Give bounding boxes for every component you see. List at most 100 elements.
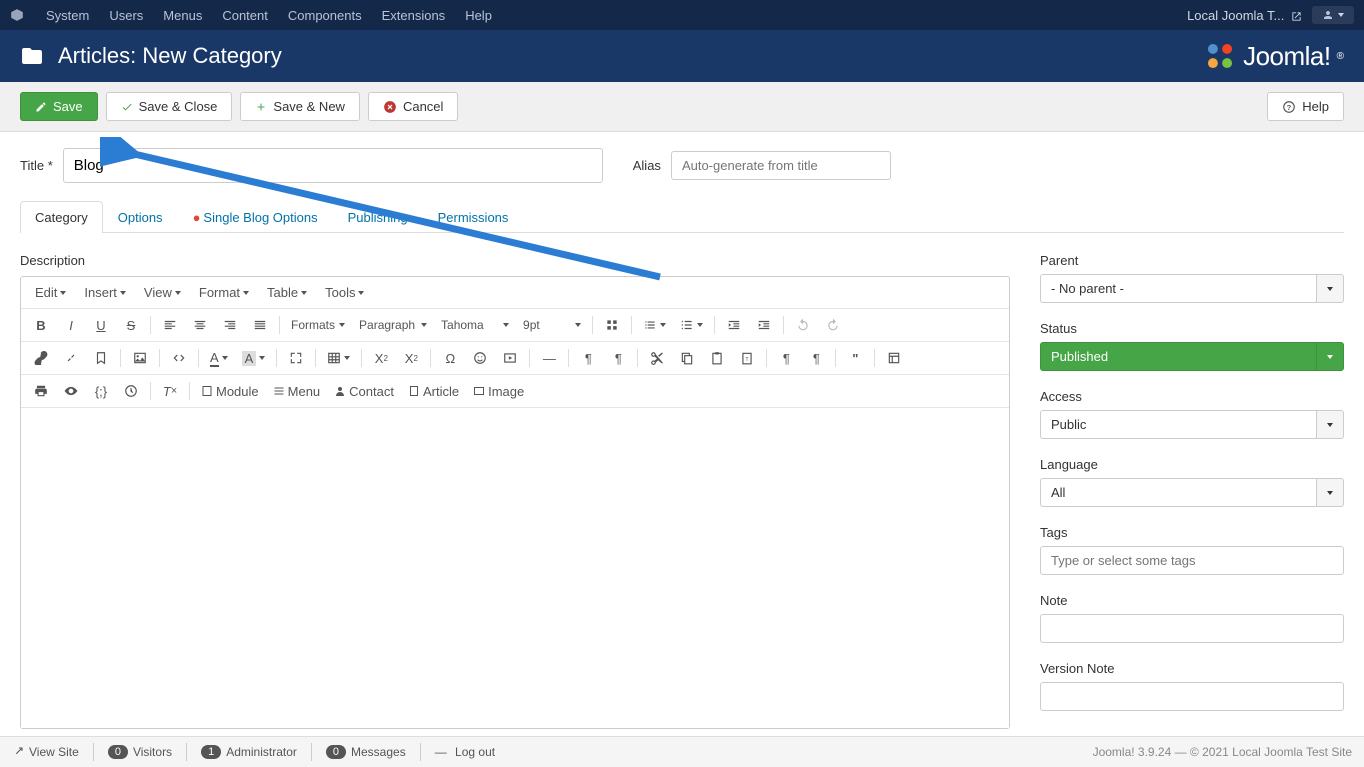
status-select[interactable]: Published [1040,342,1344,371]
editor-menu-view[interactable]: View [136,281,189,304]
tab-publishing[interactable]: Publishing [333,201,423,233]
datetime-icon[interactable] [117,379,145,403]
editor-menu-insert[interactable]: Insert [76,281,134,304]
styles-icon[interactable] [598,313,626,337]
bgcolor-icon[interactable]: A [236,346,272,370]
codesample-icon[interactable]: {;} [87,379,115,403]
title-input[interactable] [63,148,603,183]
visitors-link[interactable]: 0Visitors [108,745,172,759]
table-icon[interactable] [321,346,356,370]
note-input[interactable] [1040,614,1344,643]
invisibles-icon[interactable]: ¶ [802,346,830,370]
save-icon [35,101,47,113]
textcolor-icon[interactable]: A [204,346,234,370]
tab-category[interactable]: Category [20,201,103,233]
administrators-link[interactable]: 1Administrator [201,745,297,759]
specialchar-icon[interactable]: Ω [436,346,464,370]
title-label: Title * [20,158,53,173]
paste-icon[interactable] [703,346,731,370]
menu-button[interactable]: Menu [267,379,327,403]
tab-options[interactable]: Options [103,201,178,233]
emoji-icon[interactable] [466,346,494,370]
menu-components[interactable]: Components [278,8,372,23]
tab-permissions[interactable]: Permissions [423,201,524,233]
messages-link[interactable]: 0Messages [326,745,406,759]
paragraph-select[interactable]: Paragraph [353,316,433,334]
module-button[interactable]: Module [195,379,265,403]
rtl-icon[interactable]: ¶ [604,346,632,370]
version-note-input[interactable] [1040,682,1344,711]
access-select[interactable]: Public [1040,410,1344,439]
fontsize-select[interactable]: 9pt [517,316,587,334]
subscript-icon[interactable]: X2 [367,346,395,370]
menu-system[interactable]: System [36,8,99,23]
tab-single-blog[interactable]: ●Single Blog Options [178,201,333,233]
paste-text-icon[interactable]: T [733,346,761,370]
ltr-icon[interactable]: ¶ [574,346,602,370]
editor-menu-table[interactable]: Table [259,281,315,304]
unlink-icon[interactable] [57,346,85,370]
editor-menu-edit[interactable]: Edit [27,281,74,304]
tags-label: Tags [1040,525,1344,540]
cancel-button[interactable]: Cancel [368,92,458,121]
check-icon [121,101,133,113]
undo-icon[interactable] [789,313,817,337]
contact-button[interactable]: Contact [328,379,400,403]
editor-menu-format[interactable]: Format [191,281,257,304]
template-icon[interactable] [880,346,908,370]
menu-content[interactable]: Content [212,8,278,23]
align-left-icon[interactable] [156,313,184,337]
save-new-button[interactable]: Save & New [240,92,360,121]
menu-users[interactable]: Users [99,8,153,23]
version-note-label: Version Note [1040,661,1344,676]
showblocks-icon[interactable]: ¶ [772,346,800,370]
link-icon[interactable] [27,346,55,370]
logout-link[interactable]: — Log out [435,745,495,759]
formats-select[interactable]: Formats [285,316,351,334]
chevron-down-icon [1316,410,1344,439]
image-button[interactable]: Image [467,379,530,403]
menu-menus[interactable]: Menus [153,8,212,23]
align-center-icon[interactable] [186,313,214,337]
site-name-link[interactable]: Local Joomla T... [1187,8,1302,23]
cut-icon[interactable] [643,346,671,370]
image-icon[interactable] [126,346,154,370]
align-right-icon[interactable] [216,313,244,337]
help-button[interactable]: ? Help [1267,92,1344,121]
save-close-button[interactable]: Save & Close [106,92,233,121]
outdent-icon[interactable] [720,313,748,337]
editor-menu-tools[interactable]: Tools [317,281,372,304]
editor-content-area[interactable] [21,408,1009,728]
underline-icon[interactable]: U [87,313,115,337]
article-button[interactable]: Article [402,379,465,403]
bullet-list-icon[interactable] [637,313,672,337]
media-icon[interactable] [496,346,524,370]
quote-icon[interactable]: " [841,346,869,370]
menu-help[interactable]: Help [455,8,502,23]
save-button[interactable]: Save [20,92,98,121]
copy-icon[interactable] [673,346,701,370]
menu-extensions[interactable]: Extensions [372,8,456,23]
align-justify-icon[interactable] [246,313,274,337]
preview-icon[interactable] [57,379,85,403]
print-icon[interactable] [27,379,55,403]
bookmark-icon[interactable] [87,346,115,370]
parent-select[interactable]: - No parent - [1040,274,1344,303]
hr-icon[interactable]: — [535,346,563,370]
tags-input[interactable] [1040,546,1344,575]
italic-icon[interactable]: I [57,313,85,337]
number-list-icon[interactable] [674,313,709,337]
bold-icon[interactable]: B [27,313,55,337]
superscript-icon[interactable]: X2 [397,346,425,370]
indent-icon[interactable] [750,313,778,337]
view-site-link[interactable]: View Site [12,745,79,759]
removeformat-icon[interactable]: T× [156,379,184,403]
font-select[interactable]: Tahoma [435,316,515,334]
alias-input[interactable] [671,151,891,180]
code-icon[interactable] [165,346,193,370]
user-menu-button[interactable] [1312,6,1354,24]
language-select[interactable]: All [1040,478,1344,507]
redo-icon[interactable] [819,313,847,337]
fullscreen-icon[interactable] [282,346,310,370]
strikethrough-icon[interactable]: S [117,313,145,337]
